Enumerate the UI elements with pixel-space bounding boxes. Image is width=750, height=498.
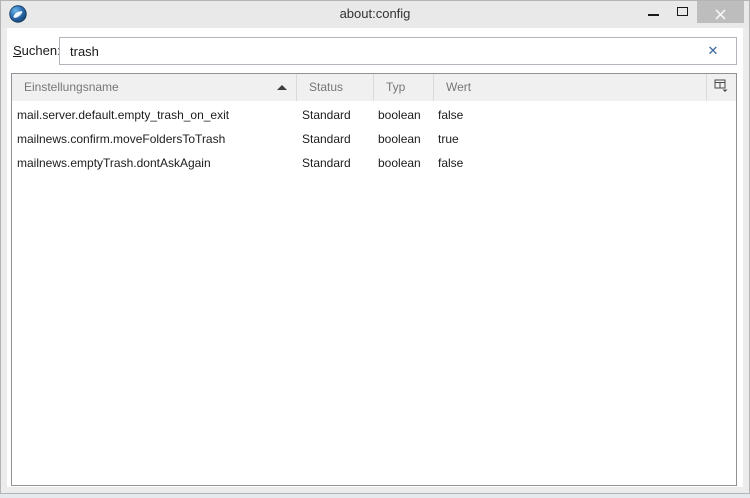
table-row[interactable]: mail.server.default.empty_trash_on_exit …	[12, 103, 736, 127]
table-row[interactable]: mailnews.emptyTrash.dontAskAgain Standar…	[12, 151, 736, 175]
search-label: Suchen:	[13, 37, 61, 65]
table-row[interactable]: mailnews.confirm.moveFoldersToTrash Stan…	[12, 127, 736, 151]
search-input[interactable]	[59, 37, 737, 65]
pref-status: Standard	[302, 156, 351, 170]
column-picker-icon	[714, 75, 729, 101]
maximize-button[interactable]	[668, 1, 697, 23]
column-picker-button[interactable]	[707, 74, 736, 101]
column-header-status[interactable]: Status	[297, 74, 374, 101]
column-header-label: Einstellungsname	[24, 80, 119, 94]
column-header-einstellungsname[interactable]: Einstellungsname	[12, 74, 297, 101]
close-icon	[715, 7, 726, 25]
pref-status: Standard	[302, 132, 351, 146]
search-bar: Suchen: ✕	[7, 37, 743, 65]
window-title: about:config	[339, 6, 411, 21]
table-body: mail.server.default.empty_trash_on_exit …	[12, 101, 736, 175]
minimize-icon	[648, 14, 659, 16]
table-header: Einstellungsname Status Typ Wert	[12, 74, 736, 101]
client-area: Suchen: ✕ Einstellungsname Status Typ We…	[7, 28, 743, 487]
titlebar[interactable]: about:config	[1, 1, 749, 28]
close-button[interactable]	[697, 1, 744, 23]
pref-type: boolean	[378, 132, 421, 146]
column-header-label: Wert	[446, 80, 472, 94]
window-controls	[639, 1, 744, 23]
minimize-button[interactable]	[639, 1, 668, 23]
pref-value: false	[438, 108, 464, 122]
column-header-label: Status	[309, 80, 344, 94]
column-header-label: Typ	[386, 80, 406, 94]
sort-ascending-icon	[277, 85, 287, 90]
pref-name: mailnews.emptyTrash.dontAskAgain	[17, 156, 211, 170]
column-header-typ[interactable]: Typ	[374, 74, 434, 101]
preferences-table: Einstellungsname Status Typ Wert mail.se…	[11, 73, 737, 486]
pref-status: Standard	[302, 108, 351, 122]
pref-type: boolean	[378, 108, 421, 122]
column-header-wert[interactable]: Wert	[434, 74, 707, 101]
pref-name: mailnews.confirm.moveFoldersToTrash	[17, 132, 226, 146]
search-label-accesskey: S	[13, 43, 22, 58]
pref-type: boolean	[378, 156, 421, 170]
pref-value: false	[438, 156, 464, 170]
about-config-window: about:config Suchen: ✕	[0, 0, 750, 494]
search-label-rest: uchen:	[21, 43, 61, 58]
pref-value: true	[438, 132, 459, 146]
clear-search-icon[interactable]: ✕	[705, 43, 721, 59]
maximize-icon	[677, 7, 688, 16]
pref-name: mail.server.default.empty_trash_on_exit	[17, 108, 230, 122]
